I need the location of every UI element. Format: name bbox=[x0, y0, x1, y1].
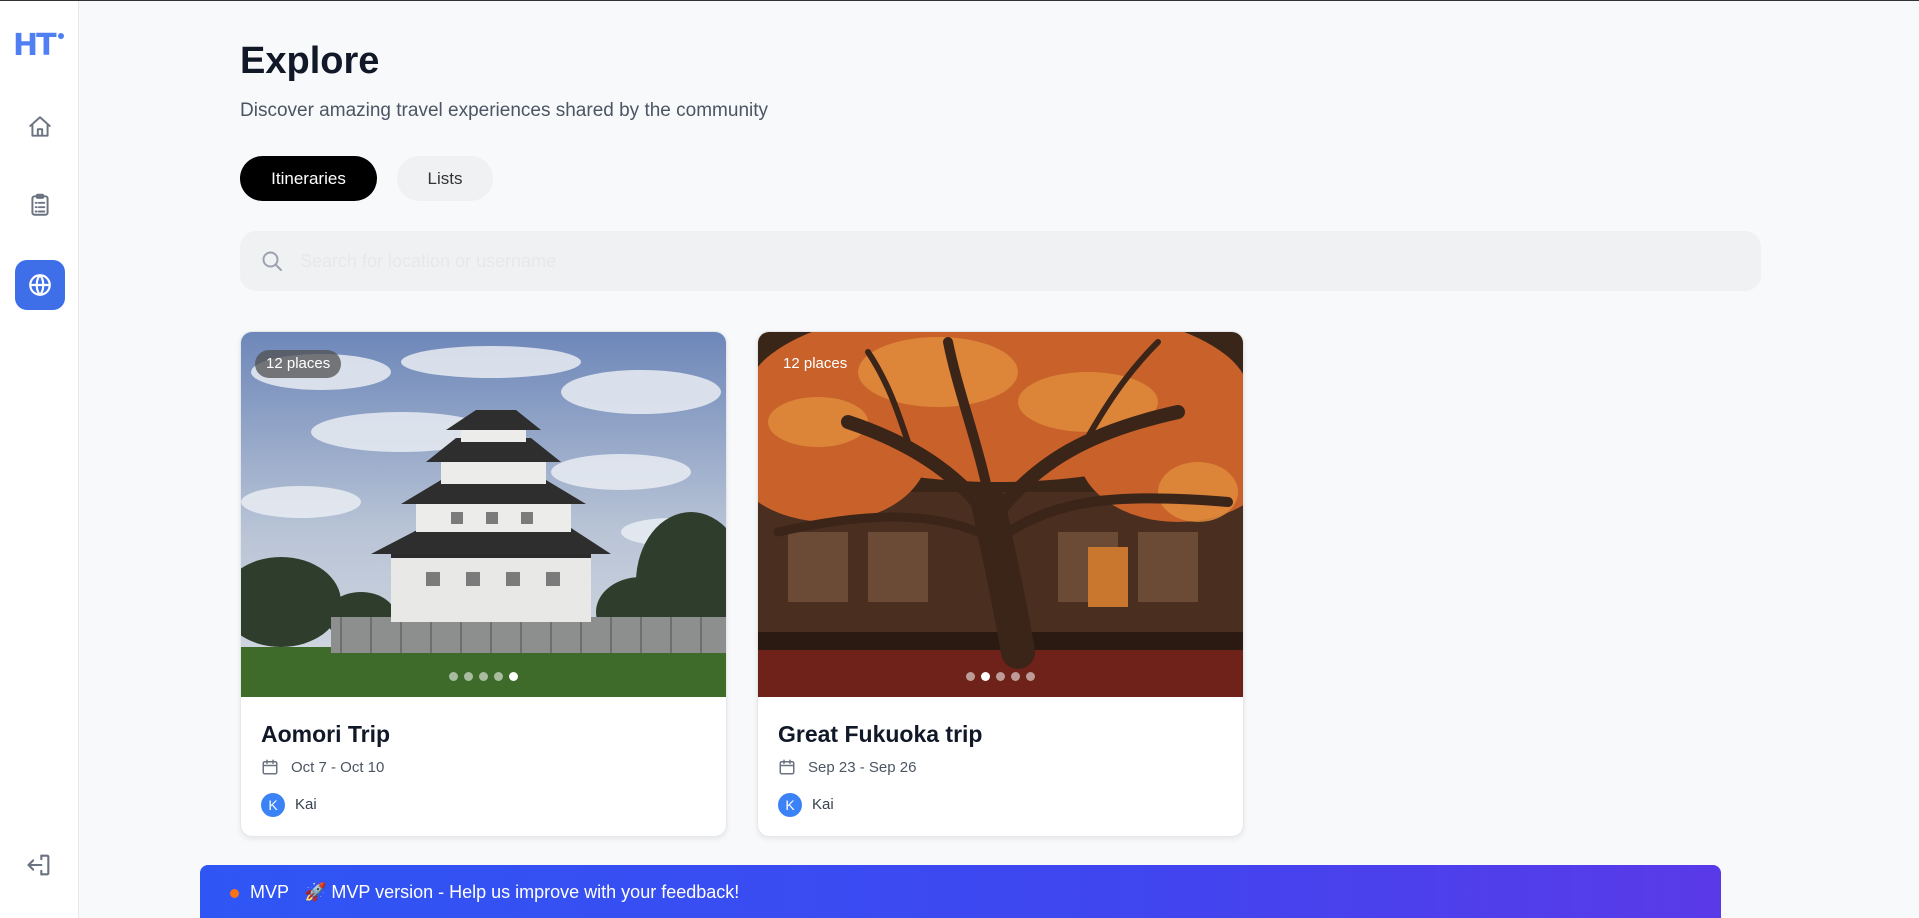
carousel-dot[interactable] bbox=[1026, 672, 1035, 681]
places-count-badge: 12 places bbox=[255, 350, 342, 378]
globe-icon bbox=[29, 274, 51, 296]
card-title: Aomori Trip bbox=[261, 721, 391, 747]
home-icon bbox=[29, 116, 51, 137]
sidebar-item-itineraries[interactable] bbox=[15, 180, 65, 230]
logo-dot bbox=[58, 33, 64, 39]
sidebar: HT bbox=[0, 1, 79, 918]
author-name: Kai bbox=[295, 796, 317, 813]
card-title: Great Fukuoka trip bbox=[778, 721, 983, 747]
search-input[interactable] bbox=[300, 231, 1740, 291]
carousel-dot[interactable] bbox=[996, 672, 1005, 681]
status-dot bbox=[230, 889, 239, 898]
top-border bbox=[0, 0, 1919, 1]
logout-button[interactable] bbox=[25, 851, 53, 879]
logout-icon bbox=[27, 854, 50, 876]
card-dates: Sep 23 - Sep 26 bbox=[808, 759, 917, 776]
tab-lists[interactable]: Lists bbox=[397, 156, 493, 201]
banner-message: 🚀 MVP version - Help us improve with you… bbox=[304, 882, 740, 902]
clipboard-icon bbox=[31, 193, 49, 216]
carousel-dot[interactable] bbox=[464, 672, 473, 681]
mvp-tag: MVP bbox=[250, 882, 290, 902]
castle-photo bbox=[241, 332, 726, 697]
itinerary-card-fukuoka[interactable]: 12 places Great Fukuoka trip Sep 23 - Se… bbox=[757, 331, 1244, 837]
autumn-maple-tree-photo bbox=[758, 332, 1243, 697]
card-image-maple[interactable]: 12 places bbox=[758, 332, 1243, 697]
calendar-icon bbox=[779, 759, 795, 775]
avatar: K bbox=[261, 793, 285, 817]
search-bar bbox=[240, 231, 1761, 291]
tab-itineraries[interactable]: Itineraries bbox=[240, 156, 377, 201]
itinerary-card-aomori[interactable]: 12 places Aomori Trip Oct 7 - Oct 10 K K… bbox=[240, 331, 727, 837]
places-count-badge: 12 places bbox=[783, 355, 848, 372]
page-title: Explore bbox=[240, 40, 380, 82]
calendar-icon bbox=[262, 759, 278, 775]
search-icon bbox=[262, 251, 282, 271]
carousel-dots bbox=[449, 672, 518, 682]
author-name: Kai bbox=[812, 796, 834, 813]
carousel-dot[interactable] bbox=[449, 672, 458, 681]
carousel-dot-active[interactable] bbox=[981, 672, 990, 681]
carousel-dot[interactable] bbox=[1011, 672, 1020, 681]
carousel-dots bbox=[966, 672, 1035, 682]
carousel-dot[interactable] bbox=[494, 672, 503, 681]
mvp-feedback-banner[interactable]: MVP 🚀 MVP version - Help us improve with… bbox=[200, 865, 1721, 918]
sidebar-item-home[interactable] bbox=[15, 102, 65, 152]
carousel-dot[interactable] bbox=[479, 672, 488, 681]
carousel-dot[interactable] bbox=[966, 672, 975, 681]
card-image-castle[interactable]: 12 places bbox=[241, 332, 726, 697]
page-subtitle: Discover amazing travel experiences shar… bbox=[240, 100, 769, 121]
avatar: K bbox=[778, 793, 802, 817]
card-dates: Oct 7 - Oct 10 bbox=[291, 759, 385, 776]
carousel-dot-active[interactable] bbox=[509, 672, 518, 681]
sidebar-item-explore[interactable] bbox=[15, 260, 65, 310]
